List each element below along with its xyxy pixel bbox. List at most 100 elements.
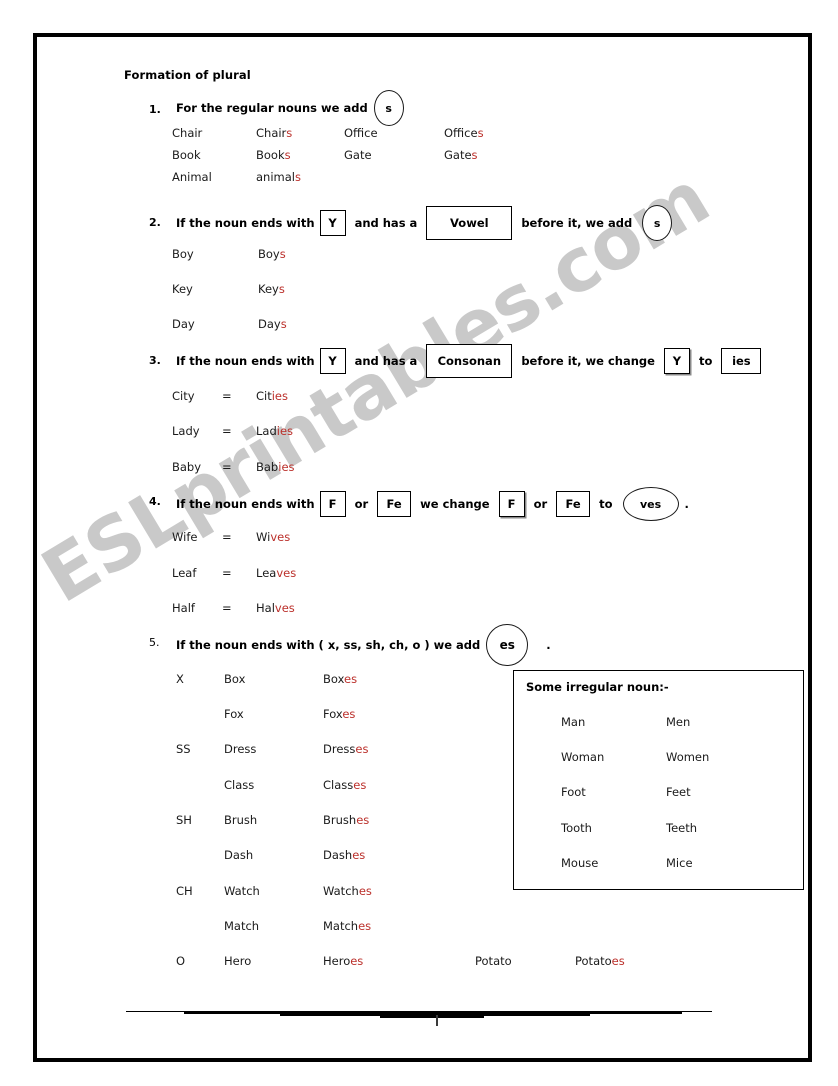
rule-4-row-2-equals: = — [222, 601, 232, 615]
rule-2-box-y: Y — [319, 210, 346, 236]
footer-divider-segment — [484, 1011, 590, 1016]
rule-5-number: 5. — [149, 636, 160, 649]
footer-divider-segment — [280, 1011, 380, 1016]
rule-2-row-0-plural: Boys — [258, 247, 286, 261]
rule-4-row-2-plural: Halves — [256, 601, 295, 615]
rule-2-seg3: before it, we add — [521, 216, 633, 230]
rule-3-box-y: Y — [319, 348, 346, 374]
rule-5-row-2-singular: Dress — [224, 742, 257, 756]
rule-5-row-5-plural: Dashes — [323, 848, 366, 862]
rule-2-statement: If the noun ends with Y and has a Vowel … — [176, 205, 678, 241]
rule-4-seg3: we change — [420, 497, 490, 511]
rule-1-lead-text: For the regular nouns we add — [176, 101, 368, 115]
rule-5-row-4-singular: Brush — [224, 813, 258, 827]
footer-divider-segment — [126, 1011, 184, 1012]
rule-4-suffix-token: ves — [622, 487, 679, 521]
rule-4-number: 4. — [149, 495, 161, 508]
worksheet-page: ESLprintables.com Formation of plural 1.… — [0, 0, 838, 1086]
irregular-pair-0-singular: Man — [561, 715, 586, 729]
rule-5-row-0-singular: Box — [224, 672, 246, 686]
irregular-pair-3-singular: Tooth — [561, 821, 592, 835]
rule-1-row-0-singular: Chair — [172, 126, 203, 140]
rule-2-row-0-singular: Boy — [172, 247, 194, 261]
rule-4-row-2-singular: Half — [172, 601, 195, 615]
page-title: Formation of plural — [124, 68, 251, 82]
rule-4-statement: If the noun ends with F or Fe we change … — [176, 486, 689, 522]
worksheet-content: Formation of plural 1. For the regular n… — [0, 0, 838, 1086]
rule-3-row-0-equals: = — [222, 389, 232, 403]
rule-4-box-fe: Fe — [377, 491, 412, 517]
rule-5-row-7-singular: Match — [224, 919, 260, 933]
rule-1-row-2-singular: Animal — [172, 170, 212, 184]
rule-4-seg5: to — [599, 497, 613, 511]
rule-5-lead-text: If the noun ends with ( x, ss, sh, ch, o… — [176, 638, 481, 652]
rule-3-statement: If the noun ends with Y and has a Conson… — [176, 343, 766, 379]
footer-divider-segment — [184, 1011, 280, 1014]
rule-5-row-8-key: O — [176, 954, 186, 968]
rule-3-row-0-plural: Cities — [256, 389, 288, 403]
rule-5-suffix-token: es — [486, 624, 529, 666]
irregular-pair-4-singular: Mouse — [561, 856, 599, 870]
rule-4-box-fe2: Fe — [556, 491, 591, 517]
rule-1-row-0-singular2: Office — [344, 126, 378, 140]
irregular-pair-2-singular: Foot — [561, 785, 586, 799]
rule-4-row-0-plural: Wives — [256, 530, 291, 544]
rule-4-trailing-period: . — [684, 497, 689, 511]
rule-5-row-5-singular: Dash — [224, 848, 254, 862]
irregular-pair-0-plural: Men — [666, 715, 691, 729]
rule-4-seg4: or — [533, 497, 548, 511]
rule-3-row-2-equals: = — [222, 460, 232, 474]
irregular-pair-3-plural: Teeth — [666, 821, 698, 835]
rule-5-row-3-plural: Classes — [323, 778, 367, 792]
rule-1-row-0-plural: Chairs — [256, 126, 293, 140]
footer-divider-segment — [590, 1011, 682, 1014]
rule-1-row-1-plural: Books — [256, 148, 291, 162]
rule-1-row-1-singular2: Gate — [344, 148, 372, 162]
rule-5-row-8-singular2: Potato — [475, 954, 512, 968]
footer-page-mark — [436, 1015, 438, 1026]
rule-2-seg1: If the noun ends with — [176, 216, 315, 230]
rule-3-row-1-singular: Lady — [172, 424, 200, 438]
irregular-pair-2-plural: Feet — [666, 785, 691, 799]
rule-1-statement: For the regular nouns we add s — [176, 90, 410, 126]
irregular-nouns-title: Some irregular noun:- — [526, 680, 669, 694]
rule-3-row-1-equals: = — [222, 424, 232, 438]
rule-1-number: 1. — [149, 103, 161, 116]
rule-5-row-0-key: X — [176, 672, 184, 686]
rule-1-row-1-singular: Book — [172, 148, 201, 162]
rule-5-row-7-plural: Matches — [323, 919, 372, 933]
rule-4-row-0-singular: Wife — [172, 530, 198, 544]
footer-divider — [126, 1006, 712, 1018]
rule-3-seg3: before it, we change — [521, 354, 655, 368]
rule-5-trailing-period: . — [546, 638, 551, 652]
irregular-pair-4-plural: Mice — [666, 856, 693, 870]
rule-1-suffix-token: s — [373, 90, 404, 126]
rule-5-row-4-key: SH — [176, 813, 192, 827]
rule-4-row-1-singular: Leaf — [172, 566, 197, 580]
rule-2-row-1-singular: Key — [172, 282, 193, 296]
rule-4-row-1-equals: = — [222, 566, 232, 580]
rule-5-row-8-plural2: Potatoes — [575, 954, 625, 968]
rule-4-row-0-equals: = — [222, 530, 232, 544]
footer-divider-segment — [682, 1011, 712, 1012]
rule-3-row-1-plural: Ladies — [256, 424, 294, 438]
rule-3-box-ies: ies — [721, 348, 762, 374]
rule-5-row-1-plural: Foxes — [323, 707, 356, 721]
rule-2-row-2-plural: Days — [258, 317, 287, 331]
rule-5-row-3-singular: Class — [224, 778, 255, 792]
irregular-nouns-box: Some irregular noun:- Man Men Woman Wome… — [513, 670, 804, 890]
rule-4-seg1: If the noun ends with — [176, 497, 315, 511]
rule-4-row-1-plural: Leaves — [256, 566, 297, 580]
irregular-pair-1-plural: Women — [666, 750, 710, 764]
rule-3-box-consonant: Consonan — [426, 344, 513, 378]
rule-3-seg4: to — [698, 354, 713, 368]
rule-3-row-2-singular: Baby — [172, 460, 202, 474]
rule-2-suffix-token: s — [642, 205, 673, 241]
rule-5-row-0-plural: Boxes — [323, 672, 358, 686]
rule-3-row-0-singular: City — [172, 389, 195, 403]
rule-1-row-1-plural2: Gates — [444, 148, 478, 162]
rule-3-number: 3. — [149, 354, 161, 367]
rule-5-row-6-singular: Watch — [224, 884, 260, 898]
rule-5-row-8-plural: Heroes — [323, 954, 364, 968]
rule-5-statement: If the noun ends with ( x, ss, sh, ch, o… — [176, 624, 551, 666]
